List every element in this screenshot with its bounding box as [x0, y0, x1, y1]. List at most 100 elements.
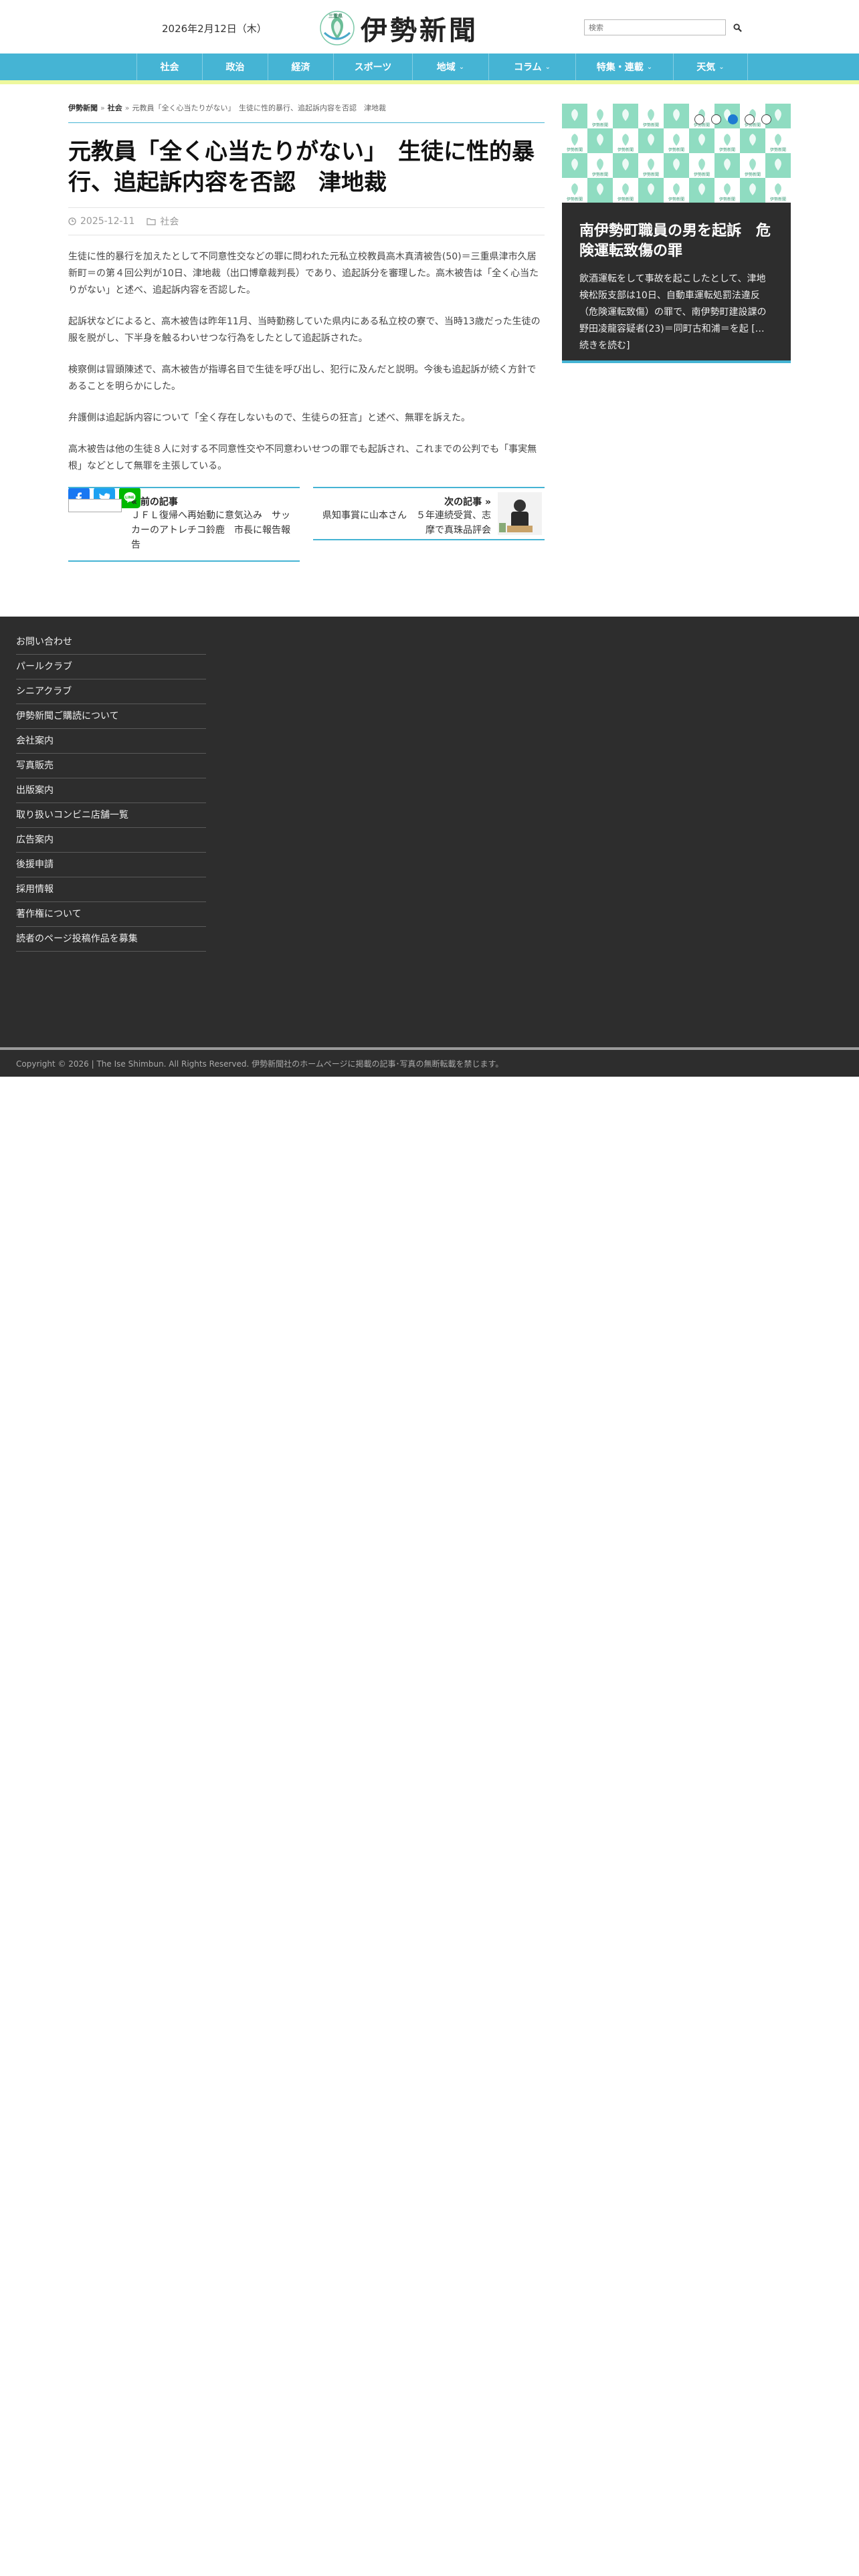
- footer-link[interactable]: パールクラブ: [16, 655, 206, 679]
- breadcrumb-separator: »: [100, 104, 105, 112]
- next-post-link[interactable]: 次の記事 » 県知事賞に山本さん ５年連続受賞、志摩で真珠品評会: [313, 487, 545, 540]
- slider-dot[interactable]: [711, 114, 721, 124]
- svg-text:伊勢新聞: 伊勢新聞: [745, 172, 761, 177]
- svg-text:伊勢新聞: 伊勢新聞: [567, 147, 583, 152]
- site-name: 伊勢新聞: [361, 15, 478, 46]
- footer-link[interactable]: 読者のページ投稿作品を募集: [16, 927, 206, 952]
- footer-link[interactable]: 広告案内: [16, 828, 206, 853]
- svg-text:伊勢新聞: 伊勢新聞: [617, 197, 634, 202]
- svg-text:伊勢新聞: 伊勢新聞: [694, 172, 710, 177]
- nav-item-tenki[interactable]: 天気 ⌄: [673, 53, 748, 80]
- chevron-down-icon: ⌄: [646, 63, 653, 71]
- nav-list: 社会 政治 経済 スポーツ 地域 ⌄ コラム ⌄ 特集・連載 ⌄ 天気 ⌄: [136, 53, 748, 80]
- svg-text:伊勢新聞: 伊勢新聞: [592, 122, 608, 128]
- nav-item-column[interactable]: コラム ⌄: [488, 53, 575, 80]
- footer-link[interactable]: 写真販売: [16, 754, 206, 778]
- prev-post-thumbnail: [68, 499, 122, 512]
- footer-link[interactable]: 取り扱いコンビニ店舗一覧: [16, 803, 206, 828]
- next-post-title: 県知事賞に山本さん ５年連続受賞、志摩で真珠品評会: [322, 510, 491, 536]
- slide-image[interactable]: 伊勢新聞 伊勢新聞 伊勢新聞 伊勢新聞 伊勢新聞 伊勢新聞 伊勢新聞 伊勢新聞 伊勢新聞 伊勢新聞…: [562, 104, 791, 203]
- slider-dot[interactable]: [728, 114, 738, 124]
- slider-dot[interactable]: [761, 114, 771, 124]
- slider-dot[interactable]: [694, 114, 704, 124]
- svg-text:伊勢新聞: 伊勢新聞: [719, 147, 735, 152]
- slide-excerpt: 飲酒運転をして事故を起こしたとして、津地検松阪支部は10日、自動車運転処罰法違反…: [579, 274, 767, 351]
- breadcrumb-section[interactable]: 社会: [108, 104, 122, 112]
- svg-text:伊勢新聞: 伊勢新聞: [643, 172, 659, 177]
- footer-link[interactable]: 伊勢新聞ご購読について: [16, 704, 206, 729]
- footer-link[interactable]: 出版案内: [16, 778, 206, 803]
- svg-text:伊勢新聞: 伊勢新聞: [668, 197, 684, 202]
- footer-link[interactable]: 採用情報: [16, 877, 206, 902]
- svg-text:伊勢新聞: 伊勢新聞: [567, 197, 583, 202]
- article-meta: 2025-12-11 社会: [68, 207, 545, 235]
- slide-title[interactable]: 南伊勢町職員の男を起訴 危険運転致傷の罪: [579, 221, 773, 261]
- category-link[interactable]: 社会: [160, 215, 179, 228]
- footer-link[interactable]: 後援申請: [16, 853, 206, 877]
- svg-text:伊勢新聞: 伊勢新聞: [770, 197, 786, 202]
- nav-label: 社会: [160, 62, 179, 73]
- footer-links: お問い合わせ パールクラブ シニアクラブ 伊勢新聞ご購読について 会社案内 写真…: [16, 630, 206, 952]
- footer-link[interactable]: 著作権について: [16, 902, 206, 927]
- svg-text:伊勢新聞: 伊勢新聞: [643, 122, 659, 128]
- site-header: 2026年2月12日（木） 三重県 伊勢新聞: [0, 0, 859, 53]
- search-button[interactable]: [729, 19, 745, 35]
- chevron-down-icon: ⌄: [458, 63, 465, 71]
- site-logo[interactable]: 三重県 伊勢新聞: [319, 9, 478, 47]
- slider-dots: [694, 114, 771, 124]
- nav-label: 特集・連載: [596, 62, 644, 73]
- article-paragraph: 弁護側は追起訴内容について「全く存在しないもので、生徒らの狂言」と述べ、無罪を訴…: [68, 413, 471, 423]
- svg-text:伊勢新聞: 伊勢新聞: [592, 172, 608, 177]
- next-post-label: 次の記事 »: [444, 497, 491, 508]
- article-paragraph: 検察側は冒頭陳述で、高木被告が指導名目で生徒を呼び出し、犯行に及んだと説明。今後…: [68, 364, 537, 392]
- prev-post-link[interactable]: « 前の記事 ＪＦＬ復帰へ再始動に意気込み サッカーのアトレチコ鈴鹿 市長に報告…: [68, 487, 300, 562]
- svg-text:伊勢新聞: 伊勢新聞: [719, 197, 735, 202]
- footer-link[interactable]: お問い合わせ: [16, 630, 206, 655]
- article-paragraph: 起訴状などによると、高木被告は昨年11月、当時勤務していた県内にある私立校の寮で…: [68, 316, 541, 344]
- nav-label: スポーツ: [354, 62, 392, 73]
- site-footer: お問い合わせ パールクラブ シニアクラブ 伊勢新聞ご購読について 会社案内 写真…: [0, 617, 859, 1077]
- article-category: 社会: [147, 215, 179, 228]
- logo-emblem-icon: 三重県: [319, 10, 355, 46]
- footer-link[interactable]: 会社案内: [16, 729, 206, 754]
- nav-label: コラム: [514, 62, 542, 73]
- slide-caption: 南伊勢町職員の男を起訴 危険運転致傷の罪 飲酒運転をして事故を起こしたとして、津…: [562, 203, 791, 363]
- svg-text:伊勢新聞: 伊勢新聞: [770, 147, 786, 152]
- clock-icon: [68, 217, 76, 225]
- nav-label: 政治: [225, 62, 245, 73]
- breadcrumb-current: 元教員「全く心当たりがない」 生徒に性的暴行、追起訴内容を否認 津地裁: [132, 104, 386, 112]
- article-date: 2025-12-11: [80, 216, 135, 227]
- nav-item-sports[interactable]: スポーツ: [333, 53, 412, 80]
- article-paragraph: 生徒に性的暴行を加えたとして不同意性交などの罪に問われた元私立校教員高木真清被告…: [68, 251, 539, 296]
- nav-item-tokushu[interactable]: 特集・連載 ⌄: [575, 53, 673, 80]
- post-navigation: « 前の記事 ＪＦＬ復帰へ再始動に意気込み サッカーのアトレチコ鈴鹿 市長に報告…: [68, 487, 545, 562]
- article-main: 伊勢新聞» 社会» 元教員「全く心当たりがない」 生徒に性的暴行、追起訴内容を否認 …: [68, 100, 545, 562]
- nav-item-keizai[interactable]: 経済: [268, 53, 333, 80]
- article-body: 生徒に性的暴行を加えたとして不同意性交などの罪に問われた元私立校教員高木真清被告…: [68, 249, 545, 508]
- current-date: 2026年2月12日（木）: [162, 23, 267, 35]
- prev-post-title: ＪＦＬ復帰へ再始動に意気込み サッカーのアトレチコ鈴鹿 市長に報告報告: [131, 510, 290, 550]
- nav-item-shakai[interactable]: 社会: [136, 53, 202, 80]
- footer-link[interactable]: シニアクラブ: [16, 679, 206, 704]
- breadcrumb: 伊勢新聞» 社会» 元教員「全く心当たりがない」 生徒に性的暴行、追起訴内容を否認 …: [68, 100, 545, 123]
- search-icon: [733, 23, 742, 32]
- slider-dot[interactable]: [745, 114, 755, 124]
- nav-label: 天気: [696, 62, 716, 73]
- prev-post-label: « 前の記事: [131, 497, 178, 508]
- folder-icon: [147, 217, 156, 225]
- nav-item-chiiki[interactable]: 地域 ⌄: [412, 53, 488, 80]
- main-nav: 社会 政治 経済 スポーツ 地域 ⌄ コラム ⌄ 特集・連載 ⌄ 天気 ⌄: [0, 53, 859, 84]
- breadcrumb-home[interactable]: 伊勢新聞: [68, 104, 98, 112]
- svg-text:伊勢新聞: 伊勢新聞: [617, 147, 634, 152]
- svg-text:伊勢新聞: 伊勢新聞: [668, 147, 684, 152]
- nav-item-seiji[interactable]: 政治: [202, 53, 268, 80]
- next-post-thumbnail: [498, 492, 542, 535]
- copyright-text: Copyright © 2026 | The Ise Shimbun. All …: [16, 1059, 504, 1069]
- nav-label: 経済: [291, 62, 310, 73]
- breadcrumb-separator: »: [124, 104, 130, 112]
- nav-label: 地域: [436, 62, 456, 73]
- search-input[interactable]: [584, 19, 726, 35]
- copyright-bar: Copyright © 2026 | The Ise Shimbun. All …: [0, 1047, 859, 1077]
- article-title: 元教員「全く心当たりがない」 生徒に性的暴行、追起訴内容を否認 津地裁: [68, 138, 535, 196]
- featured-slider: 伊勢新聞 伊勢新聞 伊勢新聞 伊勢新聞 伊勢新聞 伊勢新聞 伊勢新聞 伊勢新聞 伊勢新聞 伊勢新聞…: [562, 104, 791, 363]
